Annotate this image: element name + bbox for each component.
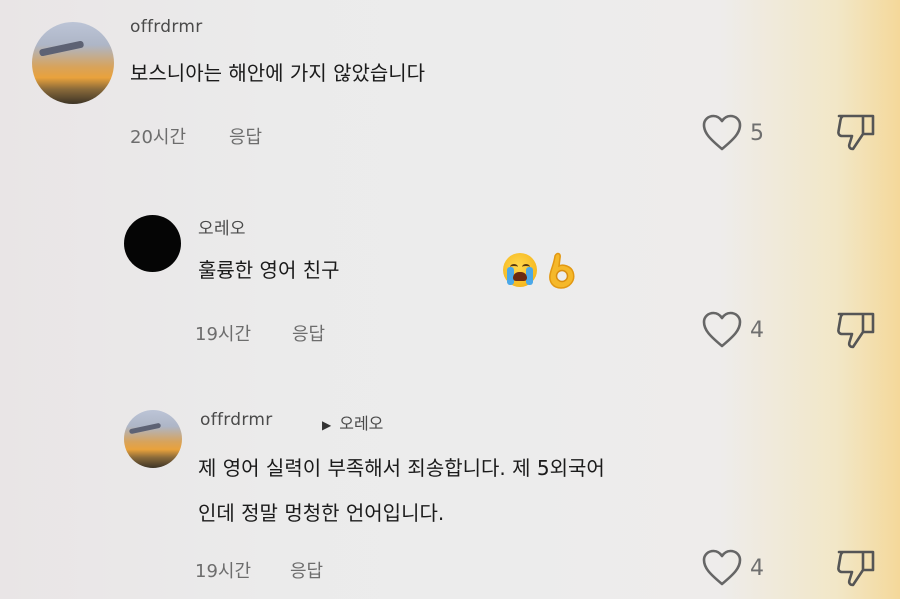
avatar[interactable] bbox=[32, 22, 114, 104]
reply-to-username: 오레오 bbox=[339, 414, 384, 433]
dislike-icon[interactable] bbox=[835, 310, 877, 350]
like-button[interactable]: 5 bbox=[702, 114, 764, 152]
ok-hand-emoji bbox=[549, 252, 575, 289]
comment-text: 보스니아는 해안에 가지 않았습니다 bbox=[130, 61, 426, 85]
reply-button[interactable]: 응답 bbox=[292, 320, 325, 346]
comment-time: 19시간 bbox=[195, 561, 252, 582]
dislike-icon[interactable] bbox=[835, 548, 877, 588]
comment-username[interactable]: offrdrmr bbox=[130, 17, 203, 37]
like-button[interactable]: 4 bbox=[702, 549, 764, 587]
heart-icon bbox=[702, 114, 742, 151]
dislike-icon[interactable] bbox=[835, 112, 877, 152]
like-button[interactable]: 4 bbox=[702, 311, 764, 349]
comment-username[interactable]: 오레오 bbox=[198, 214, 246, 239]
comment-username[interactable]: offrdrmr bbox=[200, 410, 273, 430]
avatar[interactable] bbox=[124, 410, 182, 468]
comment-text-line-2: 인데 정말 멍청한 언어입니다. bbox=[198, 501, 445, 525]
heart-icon bbox=[702, 311, 742, 348]
heart-icon bbox=[702, 549, 742, 586]
reply-button[interactable]: 응답 bbox=[229, 123, 262, 149]
comment-text: 훌륭한 영어 친구 bbox=[198, 258, 340, 282]
like-count: 4 bbox=[750, 317, 764, 343]
crying-face-emoji bbox=[503, 253, 537, 287]
reply-to[interactable]: ▶ 오레오 bbox=[322, 410, 383, 434]
avatar[interactable] bbox=[124, 215, 181, 272]
comment-time: 20시간 bbox=[130, 127, 187, 148]
like-count: 5 bbox=[750, 120, 764, 146]
like-count: 4 bbox=[750, 555, 764, 581]
play-arrow-icon: ▶ bbox=[322, 418, 332, 432]
reply-button[interactable]: 응답 bbox=[290, 557, 323, 583]
comment-time: 19시간 bbox=[195, 324, 252, 345]
comment-text-line-1: 제 영어 실력이 부족해서 죄송합니다. 제 5외국어 bbox=[198, 456, 605, 480]
